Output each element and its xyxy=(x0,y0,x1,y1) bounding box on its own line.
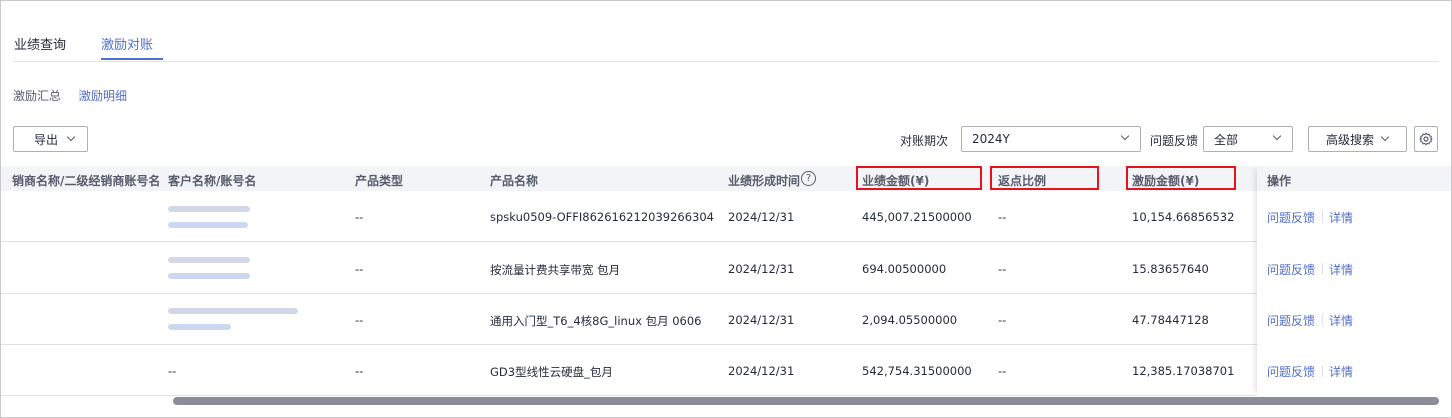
action-divider xyxy=(1322,211,1323,223)
feedback-link[interactable]: 问题反馈 xyxy=(1267,312,1315,329)
top-tabs: 业绩查询 激励对账 xyxy=(13,1,1439,62)
cell-product-name: GD3型线性云硬盘_包月 xyxy=(490,365,613,379)
tab-performance-query[interactable]: 业绩查询 xyxy=(14,34,66,53)
cell-rebate-ratio: -- xyxy=(998,364,1007,378)
export-label: 导出 xyxy=(34,132,59,147)
cell-incentive-amount: 12,385.17038701 xyxy=(1132,364,1235,378)
cell-performance-amount: 2,094.05500000 xyxy=(862,313,958,327)
account-name-redacted xyxy=(168,324,231,330)
active-tab-indicator xyxy=(101,58,163,60)
feedback-value: 全部 xyxy=(1214,132,1239,147)
cell-rebate-ratio: -- xyxy=(998,313,1007,327)
cell-product-name: 按流量计费共享带宽 包月 xyxy=(490,263,621,277)
account-name-redacted xyxy=(168,273,250,279)
col-product-type: 产品类型 xyxy=(355,174,404,188)
feedback-label: 问题反馈 xyxy=(1150,134,1199,148)
period-label: 对账期次 xyxy=(900,134,949,148)
cell-performance-time: 2024/12/31 xyxy=(728,262,795,276)
cell-incentive-amount: 10,154.66856532 xyxy=(1132,210,1235,224)
cell-rebate-ratio: -- xyxy=(998,210,1007,224)
cell-performance-amount: 445,007.21500000 xyxy=(862,210,972,224)
customer-name-redacted xyxy=(168,206,250,212)
customer-name-redacted xyxy=(168,308,298,314)
col-reseller-name: 销商名称/二级经销商账号名 xyxy=(12,174,161,188)
cell-performance-time: 2024/12/31 xyxy=(728,313,795,327)
cell-performance-time: 2024/12/31 xyxy=(728,364,795,378)
chevron-down-icon xyxy=(1272,131,1282,141)
advanced-search-button[interactable]: 高级搜索 xyxy=(1308,126,1407,152)
col-performance-time: 业绩形成时间 xyxy=(728,174,801,188)
highlight-performance-amount xyxy=(856,166,982,190)
tab-incentive-reconciliation[interactable]: 激励对账 xyxy=(101,34,153,53)
incentive-table: 销商名称/二级经销商账号名 客户名称/账号名 产品类型 产品名称 业绩形成时间 … xyxy=(1,166,1451,396)
gear-icon xyxy=(1419,132,1433,146)
table-row: -- spsku0509-OFFI862616212039266304 2024… xyxy=(1,191,1451,242)
action-divider xyxy=(1322,263,1323,275)
detail-link[interactable]: 详情 xyxy=(1329,261,1353,278)
period-value: 2024Y xyxy=(972,132,1010,146)
chevron-down-icon xyxy=(1380,132,1390,142)
cell-rebate-ratio: -- xyxy=(998,262,1007,276)
subnav-incentive-detail[interactable]: 激励明细 xyxy=(79,87,127,104)
table-row: -- 通用入门型_T6_4核8G_linux 包月 0606 2024/12/3… xyxy=(1,294,1451,345)
help-icon[interactable]: ? xyxy=(801,171,816,186)
table-row: -- -- GD3型线性云硬盘_包月 2024/12/31 542,754.31… xyxy=(1,345,1451,396)
cell-product-name: spsku0509-OFFI862616212039266304 xyxy=(490,210,714,224)
account-name-redacted xyxy=(168,222,248,228)
col-customer-name: 客户名称/账号名 xyxy=(168,174,257,188)
table-row: -- 按流量计费共享带宽 包月 2024/12/31 694.00500000 … xyxy=(1,243,1451,294)
cell-performance-time: 2024/12/31 xyxy=(728,210,795,224)
cell-incentive-amount: 15.83657640 xyxy=(1132,262,1209,276)
feedback-link[interactable]: 问题反馈 xyxy=(1267,363,1315,380)
operations-header: 操作 xyxy=(1257,166,1451,191)
advanced-search-label: 高级搜索 xyxy=(1326,132,1375,147)
detail-link[interactable]: 详情 xyxy=(1329,363,1353,380)
highlight-rebate-ratio xyxy=(990,166,1099,190)
cell-product-type: -- xyxy=(355,313,364,327)
col-operations: 操作 xyxy=(1267,174,1292,188)
settings-button[interactable] xyxy=(1414,126,1438,152)
cell-product-type: -- xyxy=(355,364,364,378)
horizontal-scrollbar[interactable] xyxy=(173,397,1439,405)
chevron-down-icon xyxy=(66,132,76,142)
col-product-name: 产品名称 xyxy=(490,174,539,188)
action-divider xyxy=(1322,365,1323,377)
feedback-select[interactable]: 全部 xyxy=(1203,126,1293,152)
detail-link[interactable]: 详情 xyxy=(1329,209,1353,226)
highlight-incentive-amount xyxy=(1126,166,1236,190)
export-button[interactable]: 导出 xyxy=(13,126,88,152)
cell-incentive-amount: 47.78447128 xyxy=(1132,313,1209,327)
cell-performance-amount: 694.00500000 xyxy=(862,262,947,276)
action-divider xyxy=(1322,314,1323,326)
cell-product-name: 通用入门型_T6_4核8G_linux 包月 0606 xyxy=(490,314,702,328)
detail-link[interactable]: 详情 xyxy=(1329,312,1353,329)
cell-product-type: -- xyxy=(355,262,364,276)
feedback-link[interactable]: 问题反馈 xyxy=(1267,261,1315,278)
cell-customer-name: -- xyxy=(168,364,177,378)
customer-name-redacted xyxy=(168,257,250,263)
incentive-page: 业绩查询 激励对账 激励汇总 激励明细 导出 对账期次 2024Y 问题反馈 全… xyxy=(0,0,1452,418)
subnav-incentive-summary[interactable]: 激励汇总 xyxy=(13,87,61,104)
cell-product-type: -- xyxy=(355,210,364,224)
operations-column: 操作 问题反馈 详情 问题反馈 详情 问题反馈 详情 问题反馈 详情 xyxy=(1257,166,1451,396)
cell-performance-amount: 542,754.31500000 xyxy=(862,364,972,378)
period-select[interactable]: 2024Y xyxy=(961,126,1141,152)
chevron-down-icon xyxy=(1120,131,1130,141)
feedback-link[interactable]: 问题反馈 xyxy=(1267,209,1315,226)
